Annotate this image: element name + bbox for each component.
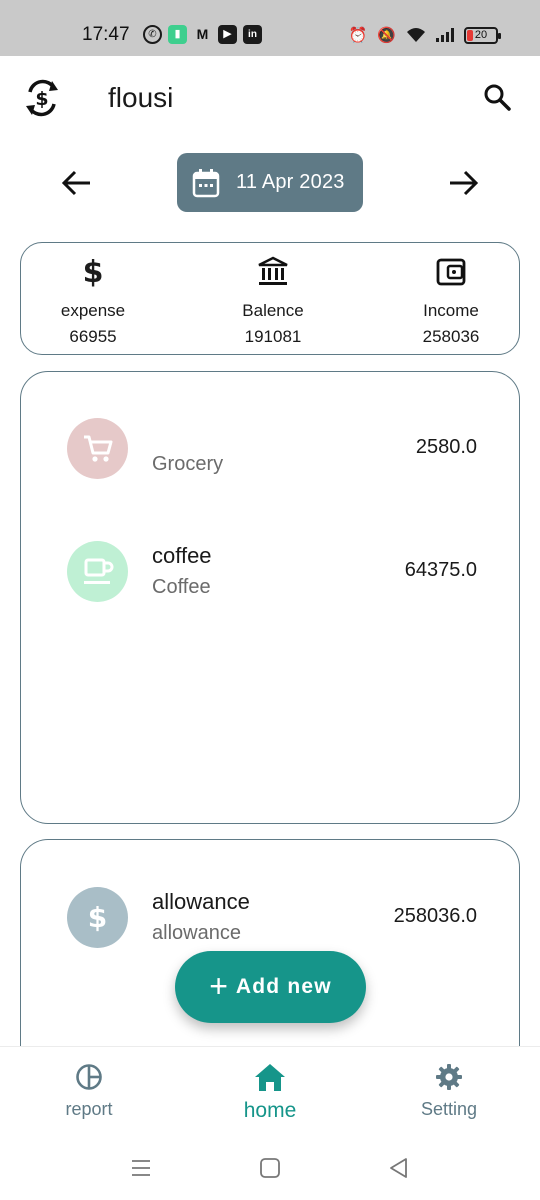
pie-chart-icon [29, 1061, 149, 1093]
bank-icon [203, 255, 343, 289]
plus-icon: + [209, 967, 228, 1004]
back-icon[interactable] [387, 1156, 411, 1180]
nav-item-setting[interactable]: Setting [389, 1061, 509, 1120]
income-value: 258036 [422, 327, 480, 346]
add-new-label: Add new [235, 975, 332, 998]
currency-exchange-icon[interactable]: $ [22, 78, 62, 118]
recent-apps-icon[interactable] [129, 1156, 153, 1180]
selected-date: 11 Apr 2023 [236, 171, 345, 193]
cart-icon [67, 418, 128, 479]
system-status-icons: ⏰ 🔕 20 [348, 26, 501, 44]
search-icon[interactable] [482, 82, 512, 112]
nav-label-home: home [243, 1099, 297, 1122]
system-navigation-bar [0, 1138, 540, 1200]
gear-icon [389, 1061, 509, 1093]
list-item[interactable]: $ allowance allowance 258036.0 [67, 887, 477, 949]
income-label: Income [423, 301, 479, 320]
list-item[interactable]: coffee Coffee 64375.0 [67, 541, 477, 603]
app-screen: 17:47 ✆ ▮ M ▶ in ⏰ 🔕 20 $ flousi 11 Apr … [0, 0, 540, 1200]
add-new-button[interactable]: + Add new [175, 951, 366, 1023]
dollar-icon: $ [82, 254, 104, 290]
status-bar: 17:47 ✆ ▮ M ▶ in ⏰ 🔕 20 [0, 0, 540, 56]
home-icon [210, 1061, 330, 1093]
battery-saver-icon: ▮ [168, 25, 187, 44]
battery-icon: 20 [464, 26, 501, 44]
transaction-amount: 64375.0 [404, 559, 477, 581]
home-system-icon[interactable] [258, 1156, 282, 1180]
mute-icon: 🔕 [377, 27, 396, 44]
transaction-category: Grocery [152, 453, 224, 475]
income-summary: Income 258036 [381, 255, 521, 347]
next-day-button[interactable] [446, 166, 480, 200]
transaction-title: coffee [152, 543, 212, 568]
expense-summary: $ expense 66955 [23, 255, 163, 347]
youtube-icon: ▶ [218, 25, 237, 44]
transaction-title: allowance [152, 889, 250, 914]
signal-icon [436, 28, 454, 42]
nav-item-report[interactable]: report [29, 1061, 149, 1120]
status-time: 17:47 [82, 24, 130, 45]
transaction-amount: 258036.0 [393, 905, 477, 927]
date-picker-button[interactable]: 11 Apr 2023 [177, 153, 363, 212]
notification-icons: ✆ ▮ M ▶ in [143, 25, 262, 44]
summary-card: $ expense 66955 Balence 191081 Income 25… [20, 242, 520, 355]
expense-value: 66955 [69, 327, 117, 346]
nav-item-home[interactable]: home [210, 1061, 330, 1123]
calendar-icon [192, 168, 220, 197]
gmail-icon: M [196, 26, 209, 42]
balance-summary: Balence 191081 [203, 255, 343, 347]
svg-text:$: $ [35, 88, 48, 110]
wifi-icon [407, 28, 425, 42]
balance-label: Balence [242, 301, 304, 320]
coffee-icon [67, 541, 128, 602]
battery-level: 20 [474, 28, 488, 41]
transaction-amount: 2580.0 [415, 436, 477, 458]
app-title: flousi [108, 82, 174, 113]
nav-label-setting: Setting [420, 1099, 478, 1119]
linkedin-icon: in [243, 25, 262, 44]
bottom-navigation: report home Setting [0, 1046, 540, 1138]
wallet-icon [381, 255, 521, 289]
transaction-category: allowance [152, 922, 241, 944]
balance-value: 191081 [244, 327, 302, 346]
alarm-icon: ⏰ [348, 27, 368, 44]
transaction-category: Coffee [152, 576, 211, 598]
expense-list: Grocery 2580.0 coffee Coffee 64375.0 [20, 371, 520, 824]
whatsapp-icon: ✆ [143, 25, 162, 44]
previous-day-button[interactable] [60, 166, 94, 200]
list-item[interactable]: Grocery 2580.0 [67, 418, 477, 480]
dollar-icon: $ [67, 887, 128, 948]
nav-label-report: report [65, 1099, 113, 1119]
expense-label: expense [60, 301, 126, 320]
